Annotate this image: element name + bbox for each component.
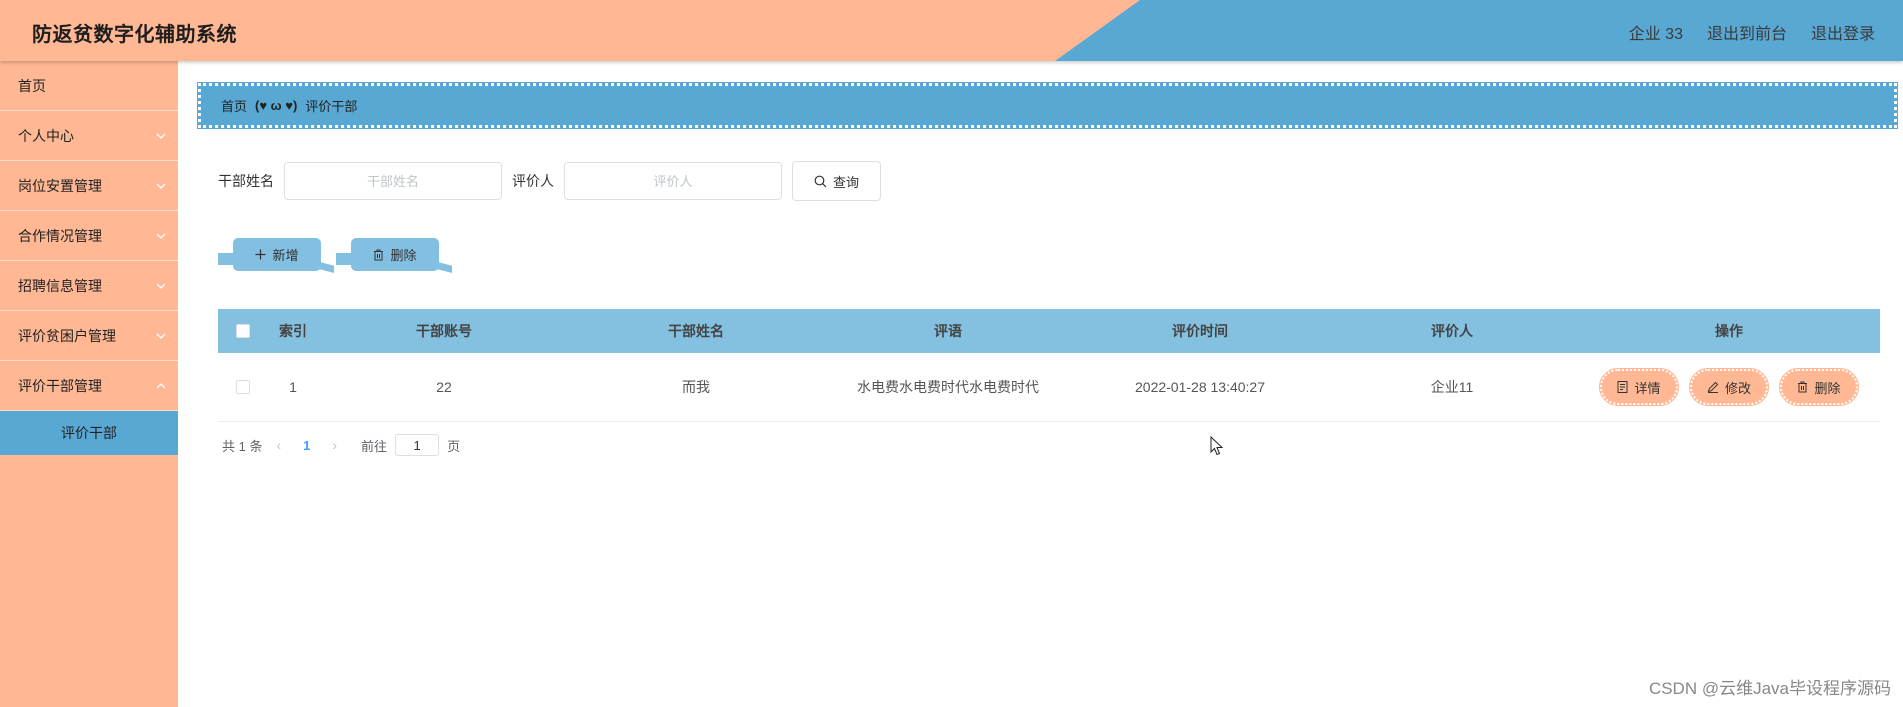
row-delete-button[interactable]: 删除	[1779, 368, 1859, 406]
table-header: 索引 干部账号 干部姓名 评语 评价时间 评价人 操作	[218, 309, 1880, 353]
sidebar-subitem-evaluate-cadre[interactable]: 评价干部	[0, 411, 178, 455]
cadre-evaluation-table: 索引 干部账号 干部姓名 评语 评价时间 评价人 操作 1 22 而我 水电费水…	[218, 309, 1880, 422]
add-button-label: 新增	[272, 248, 299, 263]
sidebar-item-cadre-eval[interactable]: 评价干部管理	[0, 361, 178, 411]
logout-link[interactable]: 退出登录	[1811, 20, 1875, 44]
prev-page-icon[interactable]: ‹	[270, 437, 287, 453]
query-button-label: 查询	[832, 174, 859, 190]
sidebar-item-home[interactable]: 首页	[0, 61, 178, 111]
sidebar-item-recruitment[interactable]: 招聘信息管理	[0, 261, 178, 311]
edit-button-label: 修改	[1724, 380, 1751, 396]
chevron-down-icon	[154, 261, 168, 311]
sidebar-item-poor-household-eval[interactable]: 评价贫困户管理	[0, 311, 178, 361]
app-title: 防返贫数字化辅助系统	[32, 24, 237, 46]
cell-index: 1	[289, 379, 297, 395]
row-checkbox-cell	[218, 380, 268, 394]
header-checkbox-cell	[218, 324, 268, 338]
mouse-cursor-icon	[1210, 436, 1224, 456]
header-time: 评价时间	[1172, 323, 1228, 339]
search-bar: 干部姓名 评价人 查询	[218, 161, 881, 201]
sidebar-item-label: 岗位安置管理	[18, 178, 102, 194]
trash-icon	[1798, 381, 1808, 393]
plus-icon	[255, 249, 266, 260]
top-header: 防返贫数字化辅助系统 企业 33 退出到前台 退出登录	[0, 0, 1903, 61]
pagination: 共 1 条 ‹ 1 › 前往 页	[222, 434, 460, 456]
cell-ops: 详情 修改 删除	[1578, 368, 1880, 406]
chevron-down-icon	[154, 161, 168, 211]
goto-page-input[interactable]	[395, 434, 440, 456]
back-to-front-link[interactable]: 退出到前台	[1707, 20, 1787, 44]
page-suffix: 页	[447, 438, 461, 454]
cadre-name-input[interactable]	[284, 162, 502, 200]
evaluator-label: 评价人	[512, 173, 554, 189]
search-icon	[814, 175, 827, 187]
breadcrumb-current: 评价干部	[305, 99, 358, 114]
goto-label: 前往	[361, 438, 388, 454]
watermark: CSDN @云维Java毕设程序源码	[1648, 679, 1891, 698]
detail-button-label: 详情	[1634, 380, 1661, 396]
chevron-up-icon	[154, 361, 168, 411]
add-button[interactable]: 新增	[233, 238, 321, 271]
row-checkbox[interactable]	[236, 380, 250, 394]
sidebar-item-label: 合作情况管理	[18, 228, 102, 244]
cell-account: 22	[436, 379, 452, 395]
header-ops: 操作	[1578, 321, 1880, 341]
chevron-down-icon	[154, 111, 168, 161]
sidebar-item-personal-center[interactable]: 个人中心	[0, 111, 178, 161]
header-account: 干部账号	[416, 323, 472, 339]
sidebar-item-label: 评价贫困户管理	[18, 328, 116, 344]
sidebar-item-label: 首页	[18, 78, 46, 94]
header-index: 索引	[279, 323, 307, 339]
document-icon	[1617, 381, 1628, 393]
row-delete-button-label: 删除	[1814, 380, 1841, 396]
sidebar-item-label: 招聘信息管理	[18, 278, 102, 294]
chevron-down-icon	[154, 311, 168, 361]
evaluator-input[interactable]	[564, 162, 782, 200]
header-evaluator: 评价人	[1431, 323, 1473, 339]
cell-time: 2022-01-28 13:40:27	[1135, 379, 1265, 395]
table-row: 1 22 而我 水电费水电费时代水电费时代 2022-01-28 13:40:2…	[218, 353, 1880, 422]
cell-name: 而我	[682, 379, 710, 395]
header-ops-label: 操作	[1715, 323, 1743, 339]
breadcrumb-separator: (♥ ω ♥)	[255, 98, 298, 113]
sidebar-item-label: 个人中心	[18, 128, 74, 144]
breadcrumb-home[interactable]: 首页	[221, 96, 247, 115]
breadcrumb: 首页 (♥ ω ♥) 评价干部	[197, 82, 1898, 129]
delete-button-label: 删除	[390, 248, 417, 263]
sidebar-item-cooperation[interactable]: 合作情况管理	[0, 211, 178, 261]
batch-delete-button[interactable]: 删除	[351, 238, 439, 271]
sidebar-item-label: 评价干部管理	[18, 378, 102, 394]
header-name: 干部姓名	[668, 323, 724, 339]
select-all-checkbox[interactable]	[236, 324, 250, 338]
detail-button[interactable]: 详情	[1599, 368, 1679, 406]
next-page-icon[interactable]: ›	[326, 437, 343, 453]
chevron-down-icon	[154, 211, 168, 261]
header-right: 企业 33 退出到前台 退出登录	[1629, 20, 1875, 44]
query-button[interactable]: 查询	[792, 161, 881, 201]
pencil-icon	[1707, 381, 1719, 393]
edit-button[interactable]: 修改	[1689, 368, 1769, 406]
current-page[interactable]: 1	[303, 438, 310, 453]
header-comment: 评语	[934, 323, 962, 339]
current-user: 企业 33	[1628, 26, 1683, 43]
sidebar-item-job-placement[interactable]: 岗位安置管理	[0, 161, 178, 211]
trash-icon	[374, 249, 384, 260]
cell-evaluator: 企业11	[1430, 379, 1474, 395]
cadre-name-label: 干部姓名	[218, 173, 274, 189]
total-count: 共 1 条	[222, 438, 263, 454]
sidebar: 首页 个人中心 岗位安置管理 合作情况管理 招聘信息管理 评价贫困户管理 评价干…	[0, 61, 178, 707]
cell-comment: 水电费水电费时代水电费时代	[857, 379, 1039, 395]
